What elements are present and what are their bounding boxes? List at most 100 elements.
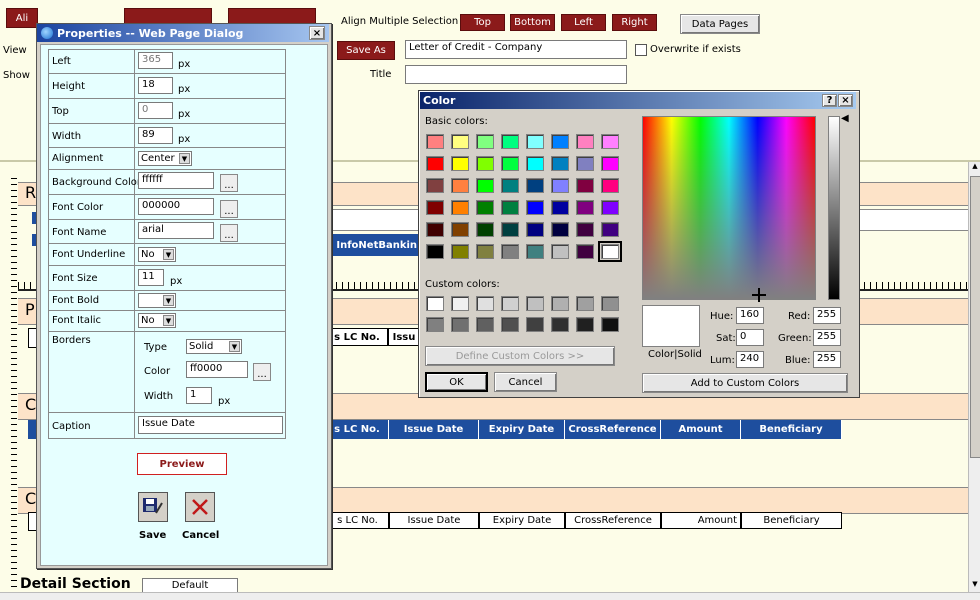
prop-bgcolor-input[interactable]: ffffff [138, 172, 214, 189]
basic-color-swatch[interactable] [501, 200, 519, 215]
basic-color-swatch[interactable] [601, 200, 619, 215]
custom-color-swatch[interactable] [576, 296, 594, 311]
basic-color-swatch[interactable] [601, 178, 619, 193]
prop-caption-input[interactable]: Issue Date [138, 416, 283, 434]
basic-color-swatch[interactable] [598, 241, 622, 262]
align-right-button[interactable]: Right [612, 14, 657, 31]
overwrite-checkbox[interactable] [635, 44, 647, 56]
basic-color-swatch[interactable] [426, 200, 444, 215]
custom-color-swatch[interactable] [526, 296, 544, 311]
basic-color-swatch[interactable] [476, 134, 494, 149]
custom-color-swatch[interactable] [551, 296, 569, 311]
basic-color-swatch[interactable] [426, 156, 444, 171]
luminance-bar[interactable] [828, 116, 840, 300]
basic-color-swatch[interactable] [426, 244, 444, 259]
basic-color-swatch[interactable] [526, 178, 544, 193]
basic-color-swatch[interactable] [576, 156, 594, 171]
red-input[interactable]: 255 [813, 307, 841, 324]
basic-color-swatch[interactable] [551, 200, 569, 215]
prop-bgcolor-picker-button[interactable]: ... [220, 174, 238, 192]
align-left-button[interactable]: Left [561, 14, 606, 31]
basic-color-swatch[interactable] [426, 178, 444, 193]
basic-color-swatch[interactable] [451, 222, 469, 237]
basic-color-swatch[interactable] [601, 222, 619, 237]
blue-input[interactable]: 255 [813, 351, 841, 368]
vertical-scrollbar[interactable]: ▲ ▼ [968, 162, 980, 592]
properties-close-button[interactable]: × [309, 26, 325, 40]
prop-top-input[interactable]: 0 [138, 102, 173, 119]
basic-color-swatch[interactable] [476, 178, 494, 193]
custom-color-swatch[interactable] [501, 296, 519, 311]
color-titlebar[interactable]: Color [420, 92, 856, 109]
basic-color-swatch[interactable] [551, 244, 569, 259]
properties-titlebar[interactable]: Properties -- Web Page Dialog [37, 24, 329, 42]
basic-color-swatch[interactable] [526, 134, 544, 149]
add-to-custom-colors-button[interactable]: Add to Custom Colors [642, 373, 848, 393]
basic-color-swatch[interactable] [576, 178, 594, 193]
basic-color-swatch[interactable] [451, 134, 469, 149]
prop-alignment-select[interactable]: Center ▼ [138, 151, 192, 166]
basic-color-swatch[interactable] [501, 244, 519, 259]
custom-color-swatch[interactable] [426, 317, 444, 332]
custom-color-swatch[interactable] [526, 317, 544, 332]
prop-border-color-picker-button[interactable]: ... [253, 363, 271, 381]
prop-fontsize-input[interactable]: 11 [138, 269, 164, 286]
custom-color-swatch[interactable] [601, 317, 619, 332]
basic-color-swatch[interactable] [601, 156, 619, 171]
align-bottom-button[interactable]: Bottom [510, 14, 555, 31]
define-custom-colors-button[interactable]: Define Custom Colors >> [425, 346, 615, 366]
lum-input[interactable]: 240 [736, 351, 764, 368]
scroll-down-icon[interactable]: ▼ [969, 580, 980, 592]
prop-left-input[interactable]: 365 [138, 52, 173, 69]
save-button[interactable] [138, 492, 168, 522]
basic-color-swatch[interactable] [551, 222, 569, 237]
custom-color-swatch[interactable] [426, 296, 444, 311]
scroll-up-icon[interactable]: ▲ [969, 162, 980, 174]
scroll-thumb[interactable] [970, 176, 980, 458]
sat-input[interactable]: 0 [736, 329, 764, 346]
save-as-button[interactable]: Save As [337, 41, 395, 60]
basic-color-swatch[interactable] [526, 156, 544, 171]
basic-color-swatch[interactable] [501, 178, 519, 193]
custom-color-swatch[interactable] [451, 296, 469, 311]
basic-color-swatch[interactable] [526, 244, 544, 259]
basic-color-swatch[interactable] [576, 244, 594, 259]
basic-color-swatch[interactable] [501, 156, 519, 171]
basic-color-swatch[interactable] [551, 178, 569, 193]
basic-color-swatch[interactable] [451, 156, 469, 171]
basic-color-swatch[interactable] [426, 222, 444, 237]
basic-color-swatch[interactable] [451, 178, 469, 193]
basic-color-swatch[interactable] [501, 222, 519, 237]
prop-border-color-input[interactable]: ff0000 [186, 361, 248, 378]
basic-color-swatch[interactable] [551, 134, 569, 149]
basic-color-swatch[interactable] [551, 156, 569, 171]
color-spectrum[interactable] [642, 116, 816, 300]
basic-color-swatch[interactable] [476, 156, 494, 171]
prop-border-width-input[interactable]: 1 [186, 387, 212, 404]
basic-color-swatch[interactable] [476, 222, 494, 237]
color-ok-button[interactable]: OK [425, 372, 488, 392]
prop-fontname-picker-button[interactable]: ... [220, 224, 238, 242]
basic-color-swatch[interactable] [426, 134, 444, 149]
luminance-arrow-icon[interactable]: ◀ [841, 113, 849, 124]
prop-width-input[interactable]: 89 [138, 127, 173, 144]
color-help-button[interactable]: ? [822, 94, 837, 107]
hue-input[interactable]: 160 [736, 307, 764, 324]
basic-color-swatch[interactable] [526, 222, 544, 237]
basic-color-swatch[interactable] [501, 134, 519, 149]
data-pages-button[interactable]: Data Pages [680, 14, 760, 34]
basic-color-swatch[interactable] [451, 200, 469, 215]
basic-color-swatch[interactable] [601, 134, 619, 149]
prop-fontcolor-input[interactable]: 000000 [138, 198, 214, 215]
preview-button[interactable]: Preview [137, 453, 227, 475]
custom-color-swatch[interactable] [601, 296, 619, 311]
align-top-button[interactable]: Top [460, 14, 505, 31]
color-cancel-button[interactable]: Cancel [494, 372, 557, 392]
basic-color-swatch[interactable] [526, 200, 544, 215]
color-close-button[interactable]: × [838, 94, 853, 107]
align-toggle-button[interactable]: Ali [6, 8, 38, 28]
cancel-button[interactable] [185, 492, 215, 522]
custom-color-swatch[interactable] [576, 317, 594, 332]
prop-fontname-input[interactable]: arial [138, 222, 214, 239]
green-input[interactable]: 255 [813, 329, 841, 346]
